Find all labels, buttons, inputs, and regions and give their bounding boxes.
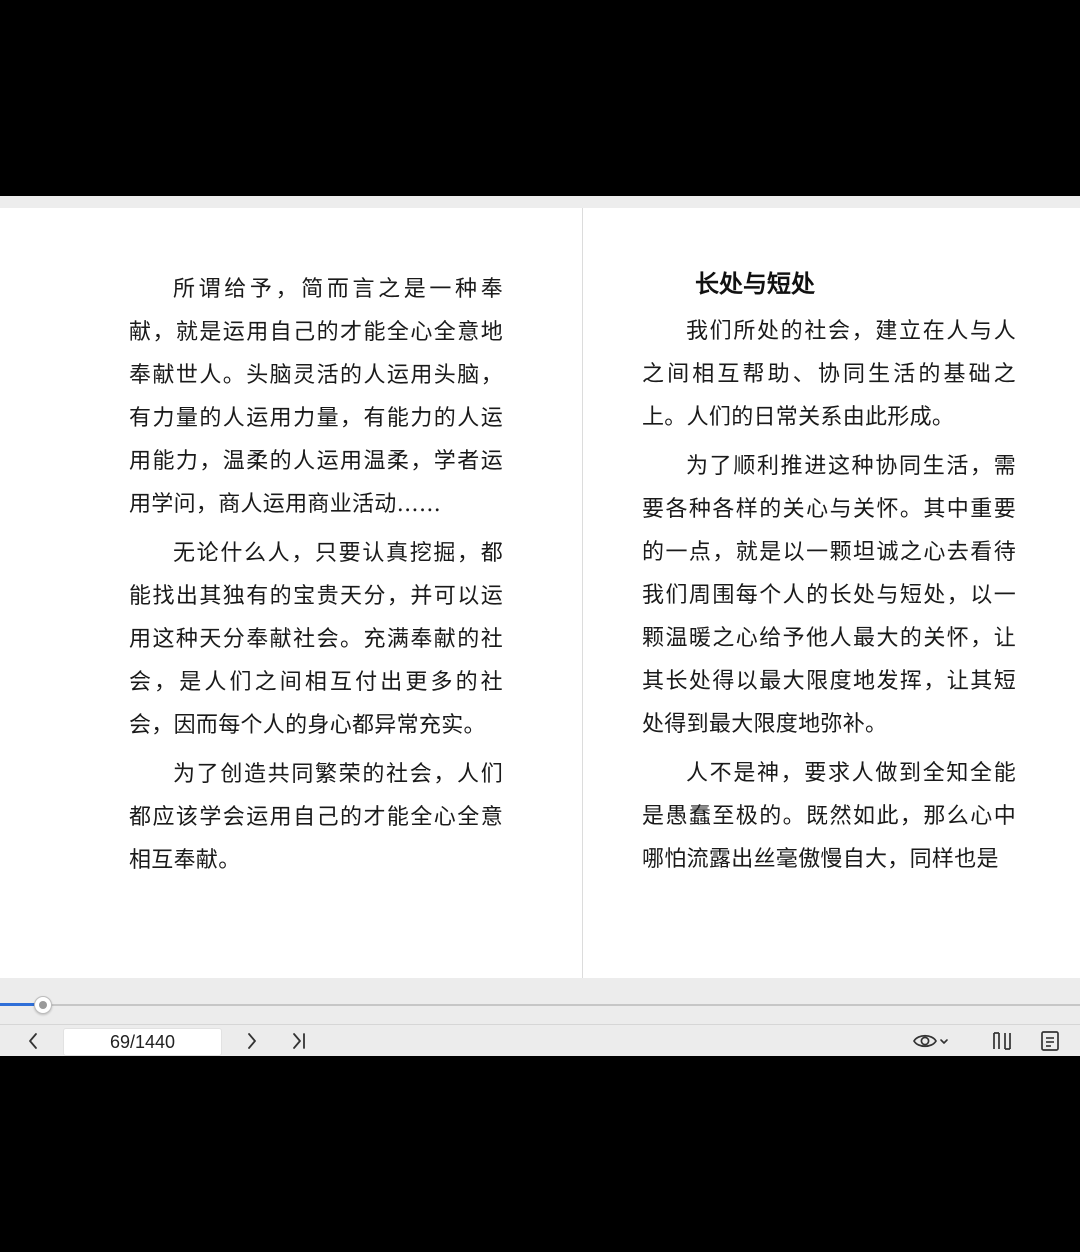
progress-thumb[interactable] <box>34 996 52 1014</box>
paragraph: 为了创造共同繁荣的社会，人们都应该学会运用自己的才能全心全意相互奉献。 <box>129 762 503 873</box>
page-number-input[interactable]: 69/1440 <box>63 1028 222 1056</box>
chevron-right-icon <box>245 1031 259 1051</box>
paragraph: 人不是神，要求人做到全知全能是愚蠢至极的。既然如此，那么心中哪怕流露出丝毫傲慢自… <box>642 761 1016 872</box>
paragraph: 所谓给予，简而言之是一种奉献，就是运用自己的才能全心全意地奉献世人。头脑灵活的人… <box>129 277 503 517</box>
paragraph: 我们所处的社会，建立在人与人之间相互帮助、协同生活的基础之上。人们的日常关系由此… <box>642 319 1016 430</box>
page-divider <box>582 208 583 978</box>
prev-page-button[interactable] <box>18 1025 48 1057</box>
reader-toolbar: 69/1440 <box>0 1024 1080 1056</box>
reader-top-border <box>0 196 1080 208</box>
section-heading: 长处与短处 <box>695 269 815 298</box>
bottom-letterbox <box>0 1056 1080 1252</box>
chevron-left-icon <box>26 1031 40 1051</box>
eye-icon <box>912 1031 938 1051</box>
left-page: 所谓给予，简而言之是一种奉献，就是运用自己的才能全心全意地奉献世人。头脑灵活的人… <box>129 268 503 888</box>
next-page-button[interactable] <box>237 1025 267 1057</box>
right-page: 长处与短处 我们所处的社会，建立在人与人之间相互帮助、协同生活的基础之上。人们的… <box>642 268 1016 887</box>
two-column-icon <box>991 1030 1013 1052</box>
toc-button[interactable] <box>1034 1025 1066 1057</box>
book-spread[interactable]: 所谓给予，简而言之是一种奉献，就是运用自己的才能全心全意地奉献世人。头脑灵活的人… <box>0 208 1080 978</box>
paragraph: 无论什么人，只要认真挖掘，都能找出其独有的宝贵天分，并可以运用这种天分奉献社会。… <box>129 541 503 738</box>
document-list-icon <box>1040 1030 1060 1052</box>
top-letterbox <box>0 0 1080 196</box>
progress-track[interactable] <box>0 1004 1080 1006</box>
skip-to-end-icon <box>290 1031 308 1051</box>
last-page-button[interactable] <box>284 1025 314 1057</box>
view-mode-button[interactable] <box>906 1025 956 1057</box>
chevron-down-icon <box>938 1031 950 1051</box>
progress-slider[interactable] <box>0 978 1080 1024</box>
column-layout-button[interactable] <box>986 1025 1018 1057</box>
paragraph: 为了顺利推进这种协同生活，需要各种各样的关心与关怀。其中重要的一点，就是以一颗坦… <box>642 454 1016 737</box>
